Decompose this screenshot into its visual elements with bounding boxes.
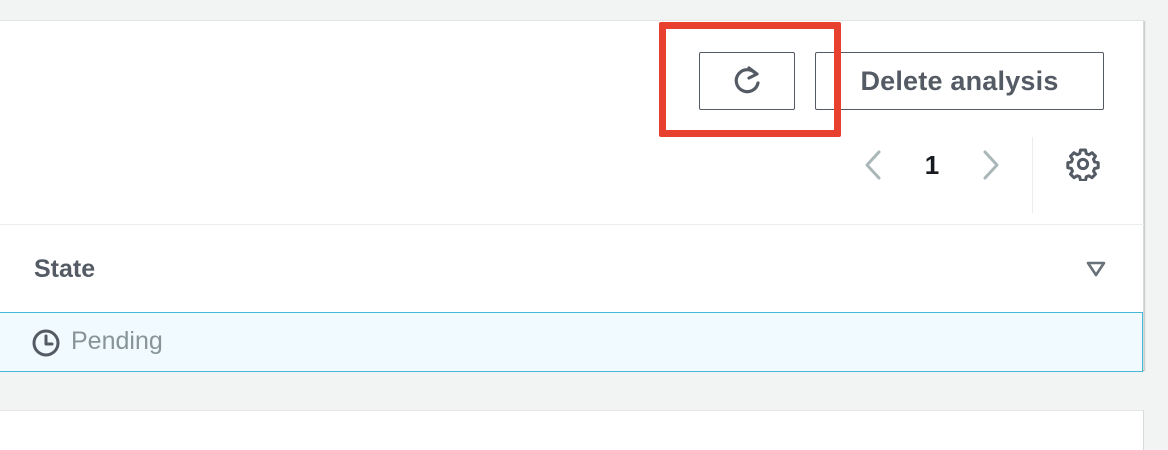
table-header: State — [0, 225, 1144, 313]
table-settings-button[interactable] — [1064, 145, 1102, 183]
sort-descending-icon[interactable] — [1085, 259, 1107, 279]
clock-icon — [32, 329, 60, 357]
refresh-icon — [734, 66, 760, 94]
delete-analysis-button[interactable]: Delete analysis — [815, 52, 1104, 110]
gear-icon — [1066, 148, 1100, 181]
analysis-table-panel: Delete analysis 1 State Pending — [0, 20, 1144, 372]
table-row[interactable]: Pending — [0, 312, 1143, 372]
next-panel — [0, 410, 1144, 450]
column-header-state[interactable]: State — [34, 255, 95, 284]
state-value: Pending — [71, 327, 163, 355]
chevron-right-icon — [983, 150, 999, 180]
chevron-left-icon — [865, 150, 881, 180]
pagination-divider — [1032, 137, 1033, 213]
refresh-button[interactable] — [699, 52, 795, 110]
page-number-button[interactable]: 1 — [915, 147, 949, 183]
next-page-button[interactable] — [976, 147, 1006, 183]
previous-page-button[interactable] — [858, 147, 888, 183]
